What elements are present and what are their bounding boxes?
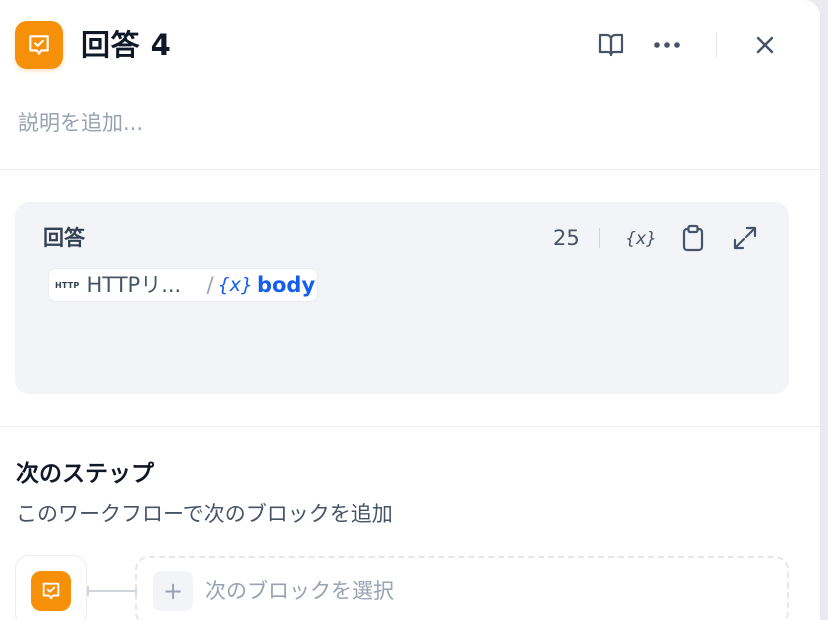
close-icon[interactable]	[748, 28, 782, 62]
more-horizontal-icon[interactable]	[650, 28, 684, 62]
description-input[interactable]: 説明を追加...	[18, 109, 143, 137]
header-divider	[716, 32, 717, 58]
source-node-name: HTTPリ...	[86, 273, 182, 297]
node-config-panel: 回答 4 説明を追加... 回答 25 {x} HTTP HTTPリ... / …	[0, 0, 820, 620]
book-open-icon[interactable]	[594, 28, 628, 62]
variable-type-icon: {x}	[217, 274, 253, 296]
next-step-title: 次のステップ	[16, 461, 154, 487]
expand-icon[interactable]	[727, 220, 763, 256]
plus-icon: +	[153, 571, 193, 611]
answer-label: 回答	[43, 226, 85, 250]
divider	[0, 426, 820, 427]
answer-block-icon	[15, 21, 63, 69]
panel-header: 回答 4	[0, 0, 820, 90]
select-next-block-label: 次のブロックを選択	[205, 579, 394, 603]
http-badge: HTTP	[55, 280, 80, 290]
path-separator: /	[206, 273, 214, 297]
current-block-node	[15, 555, 87, 620]
divider	[0, 169, 820, 170]
answer-block-icon	[31, 571, 71, 611]
variable-reference-chip[interactable]: HTTP HTTPリ... / {x} body	[48, 268, 318, 302]
node-title[interactable]: 回答 4	[81, 27, 171, 63]
svg-text:{x}: {x}	[625, 229, 657, 249]
node-connector	[87, 586, 137, 596]
clipboard-icon[interactable]	[675, 220, 711, 256]
select-next-block-button[interactable]: + 次のブロックを選択	[135, 556, 789, 620]
answer-editor[interactable]: 回答 25 {x} HTTP HTTPリ... / {x} body	[15, 202, 789, 394]
variable-icon[interactable]: {x}	[623, 220, 659, 256]
variable-name: body	[256, 273, 316, 297]
toolbar-divider	[599, 228, 600, 248]
char-count: 25	[553, 226, 580, 250]
next-step-subtitle: このワークフローで次のブロックを追加	[16, 502, 393, 526]
